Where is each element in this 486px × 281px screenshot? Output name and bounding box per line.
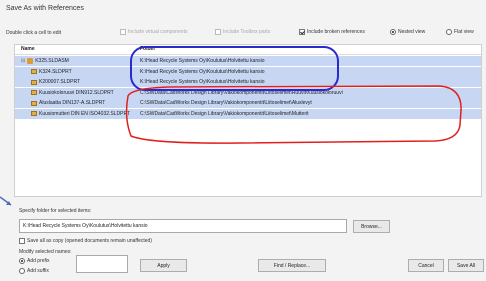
folder-cell[interactable]: K:\Head Recycle Systems Oy\Koulutus\Holv…	[140, 77, 265, 87]
prefix-suffix-input[interactable]	[76, 255, 128, 273]
folder-cell[interactable]: C:\SWData\CadWorks Design Library\Vakiok…	[140, 88, 343, 98]
add-suffix-radio[interactable]: Add suffix	[19, 268, 49, 274]
file-name: Kuusiokoloruuvi DIN912.SLDPRT	[39, 89, 114, 96]
table-row[interactable]: K324.SLDPRT K:\Head Recycle Systems Oy\Ko…	[15, 66, 481, 77]
folder-column-header[interactable]: Folder	[140, 45, 155, 54]
table-row[interactable]: ⊟ K325.SLDASM K:\Head Recycle Systems Oy\K…	[15, 56, 481, 66]
table-row[interactable]: K200007.SLDPRT K:\Head Recycle Systems Oy…	[15, 77, 481, 87]
include-virtual-checkbox[interactable]: Include virtual components	[120, 29, 187, 35]
save-as-references-dialog: Save As with References Double click a c…	[0, 0, 486, 281]
checkbox-box	[19, 238, 25, 244]
folder-cell[interactable]: C:\SWData\CadWorks Design Library\Vakiok…	[140, 98, 312, 108]
name-column-header[interactable]: Name	[21, 45, 35, 54]
part-icon	[31, 69, 37, 74]
flat-view-label: Flat view	[454, 29, 474, 35]
dialog-title: Save As with References	[6, 5, 84, 12]
save-all-button[interactable]: Save All	[448, 259, 484, 272]
file-name: K325.SLDASM	[35, 58, 69, 64]
name-cell[interactable]: ⊟ K325.SLDASM	[21, 56, 139, 66]
folder-cell[interactable]: C:\SWData\CadWorks Design Library\Vakiok…	[140, 109, 309, 119]
file-name: Kuusiomutteri DIN EN ISO4032.SLDPRT	[39, 110, 131, 117]
part-icon	[31, 79, 37, 85]
part-icon	[31, 100, 37, 106]
name-cell[interactable]: Kuusiokoloruuvi DIN912.SLDPRT	[21, 88, 149, 98]
modify-names-label: Modify selected names:	[19, 249, 72, 255]
nested-view-radio[interactable]: Nested view	[390, 29, 425, 35]
include-toolbox-label: Include Toolbox parts	[223, 29, 271, 35]
part-icon	[31, 111, 37, 116]
references-table: Name Folder ⊟ K325.SLDASM K:\Head Recycle …	[14, 44, 482, 197]
folder-path-input[interactable]: K:\Head Recycle Systems Oy\Koulutus\Holv…	[19, 219, 347, 233]
part-icon	[31, 90, 37, 95]
radio-dot	[19, 258, 25, 264]
file-name: K324.SLDPRT	[39, 68, 72, 75]
header-divider	[15, 54, 481, 55]
browse-button[interactable]: Browse...	[353, 220, 390, 233]
save-all-copy-label: Save all as copy (opened documents remai…	[27, 238, 152, 244]
pointer-arrowhead	[6, 201, 11, 205]
add-prefix-label: Add prefix	[27, 258, 50, 264]
collapse-toggle-icon[interactable]: ⊟	[21, 56, 25, 66]
table-row[interactable]: Aluslaatta DIN137-A.SLDPRT C:\SWData\CadW…	[15, 98, 481, 108]
file-name: Aluslaatta DIN137-A.SLDPRT	[39, 100, 106, 106]
apply-button[interactable]: Apply	[140, 259, 187, 272]
include-broken-label: Include broken references	[307, 29, 365, 35]
name-cell[interactable]: Kuusiomutteri DIN EN ISO4032.SLDPRT	[21, 109, 149, 119]
assembly-icon	[27, 58, 34, 64]
name-cell[interactable]: K324.SLDPRT	[21, 67, 149, 77]
name-cell[interactable]: Aluslaatta DIN137-A.SLDPRT	[21, 98, 149, 108]
include-toolbox-checkbox[interactable]: Include Toolbox parts	[215, 29, 270, 35]
add-prefix-radio[interactable]: Add prefix	[19, 258, 50, 264]
radio-dot	[446, 29, 452, 35]
name-cell[interactable]: K200007.SLDPRT	[21, 77, 149, 87]
file-name: K200007.SLDPRT	[39, 79, 81, 85]
radio-dot	[19, 268, 25, 274]
checkbox-box	[215, 29, 221, 35]
add-suffix-label: Add suffix	[27, 268, 49, 274]
folder-label: Specify folder for selected items:	[19, 208, 92, 214]
nested-view-label: Nested view	[398, 29, 426, 35]
pointer-arrow	[0, 196, 12, 206]
cancel-button[interactable]: Cancel	[408, 259, 444, 272]
save-all-copy-checkbox[interactable]: Save all as copy (opened documents remai…	[19, 238, 152, 244]
checkbox-box	[299, 29, 305, 35]
radio-dot	[390, 29, 396, 35]
table-row[interactable]: Kuusiokoloruuvi DIN912.SLDPRT C:\SWData\C…	[15, 87, 481, 98]
find-replace-button[interactable]: Find / Replace...	[258, 259, 326, 272]
include-virtual-label: Include virtual components	[128, 29, 188, 35]
edit-hint: Double click a cell to edit	[6, 30, 62, 36]
checkbox-box	[120, 29, 126, 35]
flat-view-radio[interactable]: Flat view	[446, 29, 474, 35]
folder-cell[interactable]: K:\Head Recycle Systems Oy\Koulutus\Holv…	[140, 56, 265, 66]
include-broken-checkbox[interactable]: Include broken references	[299, 29, 365, 35]
table-row[interactable]: Kuusiomutteri DIN EN ISO4032.SLDPRT C:\SW…	[15, 108, 481, 119]
folder-cell[interactable]: K:\Head Recycle Systems Oy\Koulutus\Holv…	[140, 67, 265, 77]
